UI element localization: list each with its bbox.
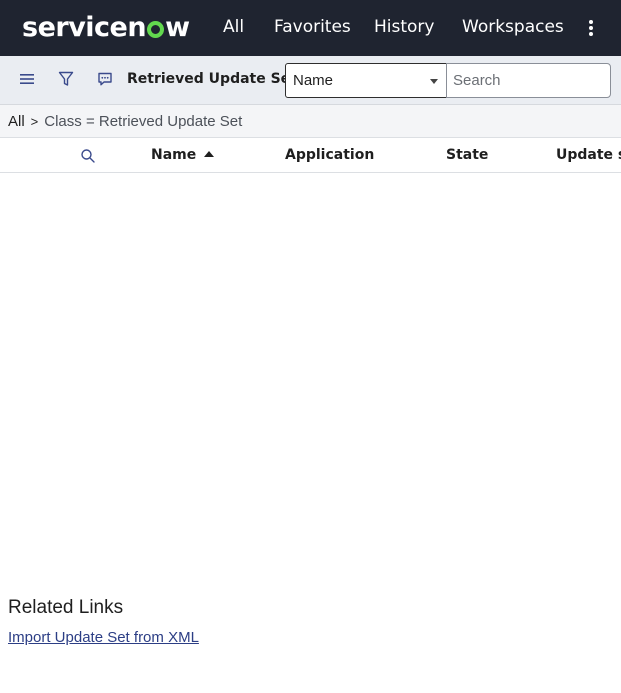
logo-text-start: servicen xyxy=(22,11,147,43)
column-header-name-label: Name xyxy=(151,147,197,163)
logo-text-end: w xyxy=(165,11,190,43)
column-header-name[interactable]: Name xyxy=(151,147,215,163)
servicenow-logo[interactable]: servicen w xyxy=(22,10,190,44)
breadcrumb: All > Class = Retrieved Update Set xyxy=(0,105,621,138)
list-toolbar: Retrieved Update Sets Name xyxy=(0,56,621,105)
funnel-icon[interactable] xyxy=(56,69,76,89)
search-icon[interactable] xyxy=(80,148,96,164)
breadcrumb-condition[interactable]: Class = Retrieved Update Set xyxy=(44,113,242,130)
nav-history[interactable]: History xyxy=(374,16,434,38)
nav-workspaces[interactable]: Workspaces xyxy=(462,16,564,38)
breadcrumb-all[interactable]: All xyxy=(8,113,25,130)
logo-o-mark xyxy=(147,21,165,38)
column-header-update-source[interactable]: Update so xyxy=(556,147,621,163)
top-navigation-bar: servicen w All Favorites History Workspac… xyxy=(0,0,621,56)
vertical-ellipsis-icon[interactable] xyxy=(584,17,598,39)
chat-bubble-icon[interactable] xyxy=(95,69,115,89)
nav-all[interactable]: All xyxy=(223,16,244,38)
related-links-title: Related Links xyxy=(8,597,124,618)
breadcrumb-separator: > xyxy=(30,113,39,129)
search-input[interactable] xyxy=(446,63,611,98)
search-field-select[interactable]: Name xyxy=(285,63,447,98)
column-header-application[interactable]: Application xyxy=(285,147,374,163)
column-header-state[interactable]: State xyxy=(446,147,488,163)
import-update-set-link[interactable]: Import Update Set from XML xyxy=(8,629,199,646)
sort-ascending-icon xyxy=(204,151,215,157)
hamburger-icon[interactable] xyxy=(17,69,37,89)
table-header: Name Application State Update so xyxy=(0,138,621,173)
list-title: Retrieved Update Sets xyxy=(127,71,306,87)
chevron-down-icon xyxy=(430,79,438,84)
search-field-selected-value: Name xyxy=(293,72,334,89)
nav-favorites[interactable]: Favorites xyxy=(274,16,351,38)
